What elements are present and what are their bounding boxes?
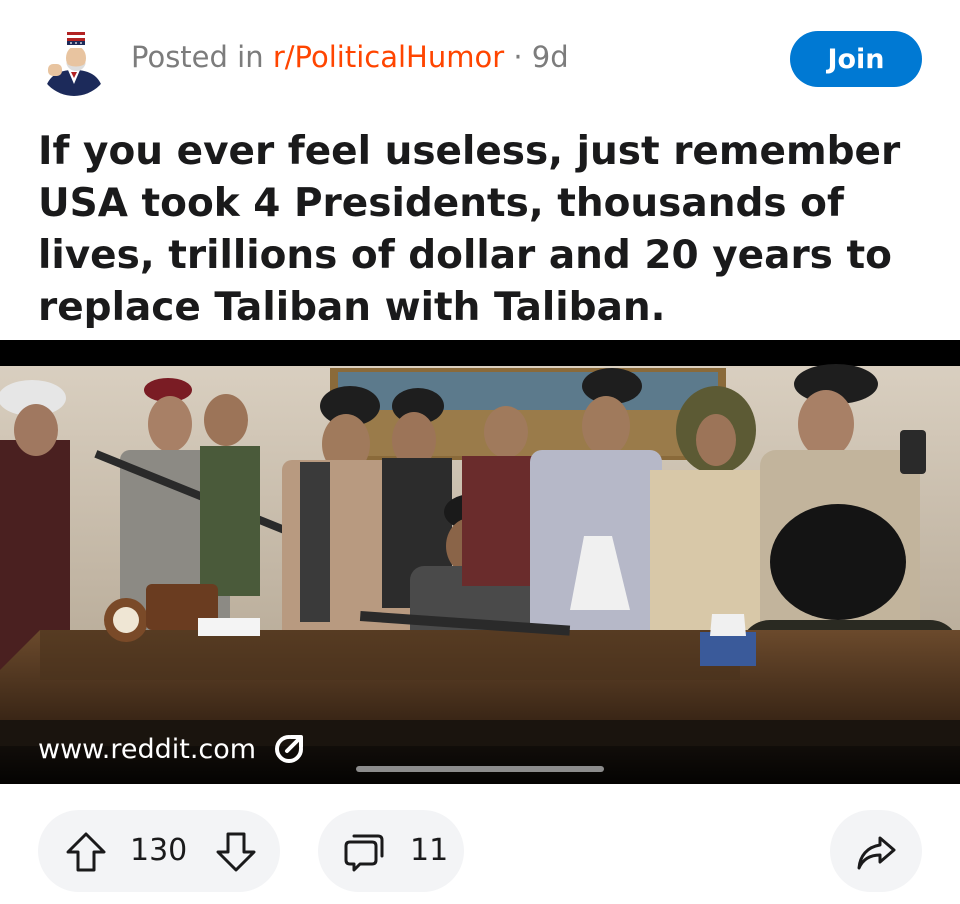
post-age: 9d [531, 40, 569, 74]
posted-in-label: Posted in [131, 40, 273, 74]
link-domain[interactable]: www.reddit.com [38, 734, 256, 765]
comments-button[interactable]: 11 [318, 810, 464, 892]
uncle-sam-avatar-image [38, 24, 110, 96]
media-scroll-handle[interactable] [356, 766, 604, 772]
meta-separator: · [504, 40, 532, 74]
user-avatar[interactable] [38, 24, 110, 96]
share-button[interactable] [830, 810, 922, 892]
upvote-arrow-icon[interactable] [64, 830, 108, 874]
post-meta: Posted in r/PoliticalHumor · 9d [131, 40, 569, 74]
post-photo [0, 340, 960, 784]
vote-control: 130 [38, 810, 280, 892]
comment-count: 11 [410, 833, 449, 868]
reddit-post: Posted in r/PoliticalHumor · 9d Join If … [0, 0, 960, 904]
post-title[interactable]: If you ever feel useless, just remember … [38, 126, 918, 334]
downvote-arrow-icon[interactable] [214, 830, 258, 874]
vote-count: 130 [130, 833, 188, 868]
external-link-icon[interactable] [272, 732, 306, 766]
comment-bubble-icon [344, 834, 384, 872]
share-arrow-icon [857, 836, 896, 870]
join-button[interactable]: Join [790, 31, 922, 87]
subreddit-link[interactable]: r/PoliticalHumor [273, 40, 504, 74]
post-media[interactable]: www.reddit.com [0, 340, 960, 784]
post-header: Posted in r/PoliticalHumor · 9d Join [38, 22, 922, 102]
